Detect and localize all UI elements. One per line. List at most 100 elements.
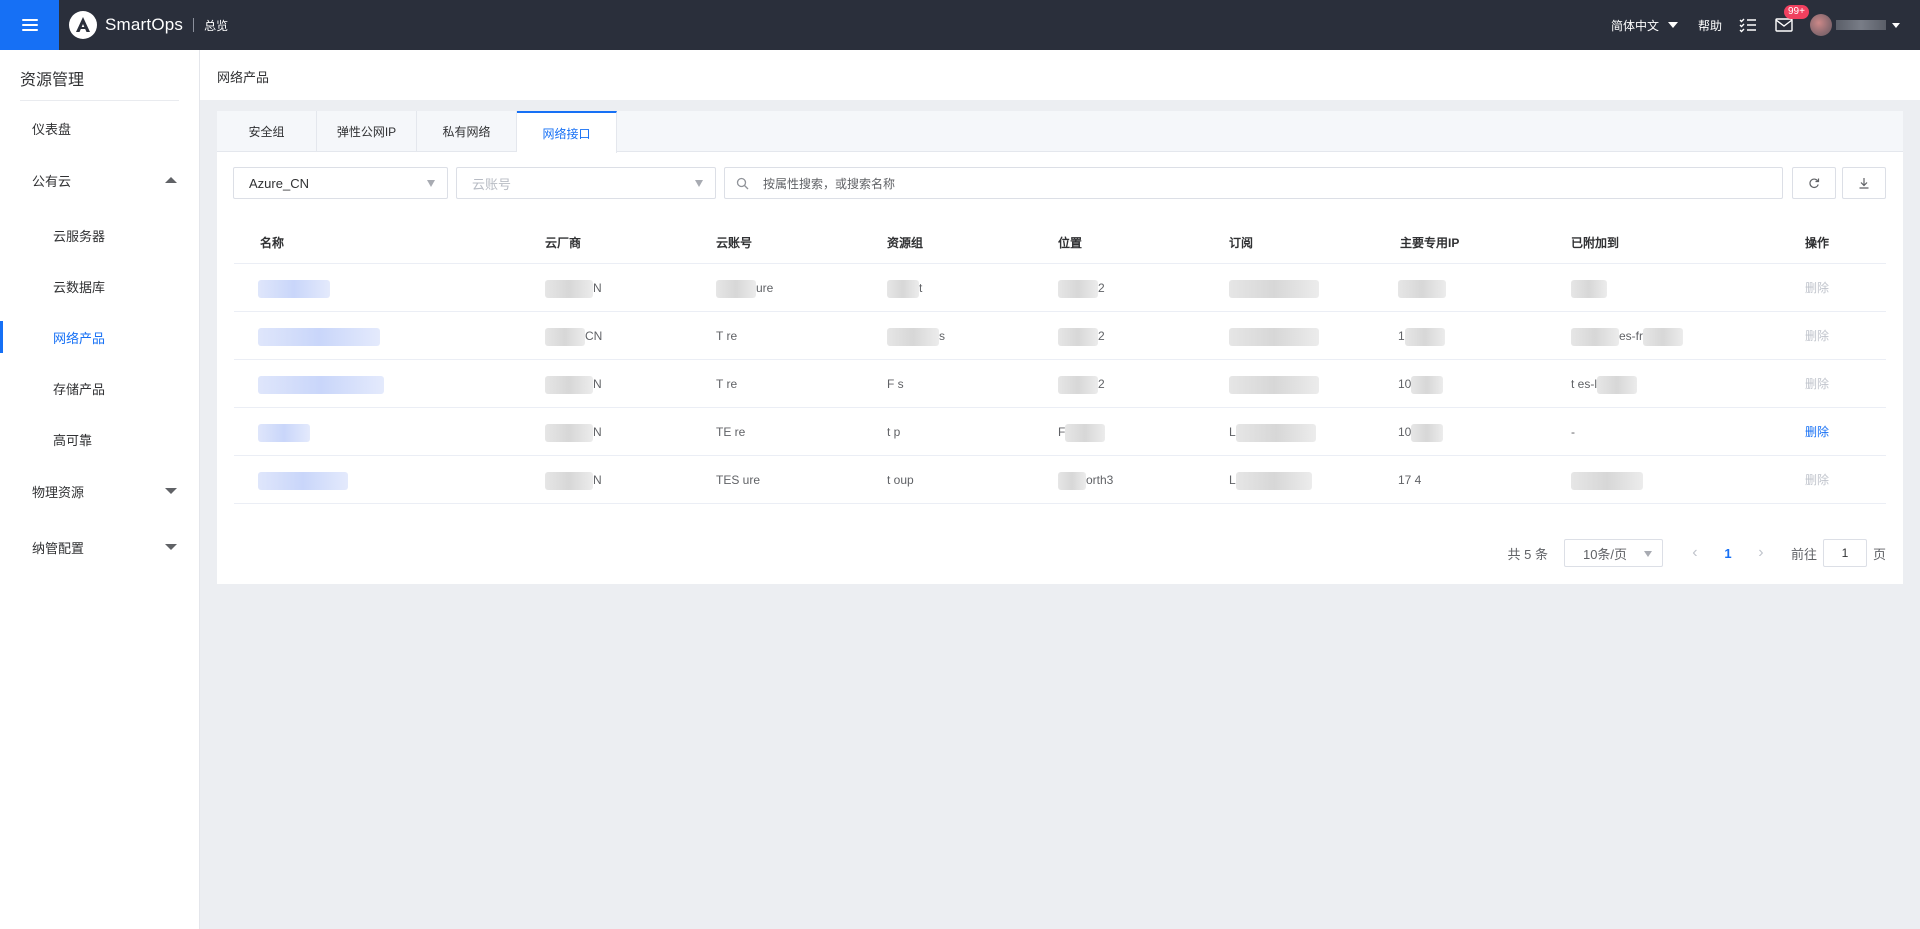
attached-to-cell xyxy=(1571,264,1607,312)
search-icon xyxy=(736,177,749,193)
subscription-cell xyxy=(1229,312,1319,360)
tab-security-groups[interactable]: 安全组 xyxy=(217,111,317,152)
resource-group-cell: t p xyxy=(887,425,901,439)
account-cell: ure xyxy=(716,264,773,312)
column-header-account: 云账号 xyxy=(716,236,753,250)
table-row: N T re F s 2 10 t es-l 删除 xyxy=(234,360,1886,408)
column-header-resource-group: 资源组 xyxy=(887,236,924,250)
account-cell: TE re xyxy=(716,425,746,439)
table-row: CN T re s 2 1 es-fr 删除 xyxy=(234,312,1886,360)
language-selector[interactable]: 简体中文 xyxy=(1611,17,1678,34)
sidebar-item-cloud-servers[interactable]: 云服务器 xyxy=(0,215,199,255)
menu-toggle-button[interactable] xyxy=(0,0,59,50)
vendor-cell: N xyxy=(545,456,602,504)
sidebar: 资源管理 仪表盘 公有云 云服务器 云数据库 网络产品 存储产品 高可靠 物理资… xyxy=(0,50,200,929)
column-header-actions: 操作 xyxy=(1805,236,1830,250)
tab-elastic-public-ip[interactable]: 弹性公网IP xyxy=(317,111,417,152)
chevron-up-icon xyxy=(165,177,177,183)
caret-down-icon xyxy=(427,180,435,187)
search-placeholder: 按属性搜索，或搜索名称 xyxy=(763,176,896,191)
tab-private-network[interactable]: 私有网络 xyxy=(417,111,517,152)
account-cell: T re xyxy=(716,377,738,391)
tab-network-interfaces[interactable]: 网络接口 xyxy=(517,111,617,153)
delete-button[interactable]: 删除 xyxy=(1805,408,1829,456)
menu-icon xyxy=(21,19,38,31)
attached-to-cell xyxy=(1571,456,1643,504)
vendor-cell: N xyxy=(545,408,602,456)
subscription-cell xyxy=(1229,264,1319,312)
sidebar-item-dashboard[interactable]: 仪表盘 xyxy=(0,108,199,148)
sidebar-item-network-products[interactable]: 网络产品 xyxy=(0,317,199,357)
sidebar-item-label: 物理资源 xyxy=(32,484,85,500)
subscription-cell: L xyxy=(1229,456,1312,504)
sidebar-item-public-cloud[interactable]: 公有云 xyxy=(0,160,199,200)
delete-button[interactable]: 删除 xyxy=(1805,456,1829,504)
resource-name-link[interactable] xyxy=(258,312,380,360)
resource-name-link[interactable] xyxy=(258,456,348,504)
download-button[interactable] xyxy=(1842,167,1886,199)
sidebar-item-storage-products[interactable]: 存储产品 xyxy=(0,368,199,408)
column-header-vendor: 云厂商 xyxy=(545,236,582,250)
sidebar-item-label: 存储产品 xyxy=(53,381,106,397)
table-row: N TES ure t oup orth3 L 17 4 删除 xyxy=(234,456,1886,504)
delete-button[interactable]: 删除 xyxy=(1805,360,1829,408)
next-page-chevron-right-icon[interactable]: › xyxy=(1747,544,1775,562)
sidebar-item-label: 纳管配置 xyxy=(32,540,85,556)
smartops-logo-icon xyxy=(69,11,97,39)
caret-down-icon xyxy=(695,180,703,187)
column-header-location: 位置 xyxy=(1058,236,1083,250)
breadcrumb-bar: 网络产品 xyxy=(200,50,1920,100)
sidebar-item-label: 云数据库 xyxy=(53,279,106,295)
page-size-select[interactable]: 10条/页 xyxy=(1563,539,1663,567)
tasks-icon[interactable] xyxy=(1738,15,1758,35)
subscription-cell xyxy=(1229,360,1319,408)
cloud-account-select[interactable]: 云账号 xyxy=(456,167,716,199)
search-input[interactable]: 按属性搜索，或搜索名称 xyxy=(724,167,1783,199)
sidebar-item-cloud-databases[interactable]: 云数据库 xyxy=(0,266,199,306)
private-ip-cell: 10 xyxy=(1398,360,1444,408)
overview-link[interactable]: 总览 xyxy=(204,17,228,34)
resource-name-link[interactable] xyxy=(258,360,384,408)
refresh-icon xyxy=(1809,178,1820,189)
vendor-cell: CN xyxy=(545,312,602,360)
sidebar-item-high-availability[interactable]: 高可靠 xyxy=(0,419,199,459)
sidebar-title: 资源管理 xyxy=(20,72,85,89)
sidebar-item-physical-resources[interactable]: 物理资源 xyxy=(0,471,199,511)
tab-label: 安全组 xyxy=(248,125,285,139)
prev-page-chevron-left-icon[interactable]: ‹ xyxy=(1681,544,1709,562)
help-link[interactable]: 帮助 xyxy=(1698,17,1722,34)
vendor-cell: N xyxy=(545,264,602,312)
delete-button[interactable]: 删除 xyxy=(1805,264,1829,312)
refresh-button[interactable] xyxy=(1792,167,1836,199)
brand-divider xyxy=(193,18,195,32)
user-menu-chevron-down-icon[interactable] xyxy=(1892,22,1900,28)
vendor-cell: N xyxy=(545,360,602,408)
attached-to-cell: t es-l xyxy=(1571,360,1638,408)
mail-icon[interactable]: 99+ xyxy=(1774,5,1809,35)
page-suffix-label: 页 xyxy=(1872,546,1886,562)
table-row: N ure t 2 删除 xyxy=(234,264,1886,312)
resource-name-link[interactable] xyxy=(258,408,310,456)
resource-name-link[interactable] xyxy=(258,264,330,312)
tab-label: 私有网络 xyxy=(442,125,491,139)
private-ip-cell xyxy=(1398,264,1446,312)
tab-label: 网络接口 xyxy=(542,126,591,141)
brand-name: SmartOps xyxy=(105,15,184,34)
goto-label: 前往 xyxy=(1790,546,1817,562)
chevron-down-icon xyxy=(165,544,177,550)
user-avatar[interactable] xyxy=(1810,14,1832,36)
provider-select[interactable]: Azure_CN xyxy=(233,167,448,199)
tab-label: 弹性公网IP xyxy=(336,125,397,139)
resource-group-cell: t oup xyxy=(887,473,914,487)
location-cell: orth3 xyxy=(1058,456,1113,504)
attached-to-cell: es-fr xyxy=(1571,312,1683,360)
user-name-blurred[interactable] xyxy=(1836,20,1886,30)
page-size-value: 10条/页 xyxy=(1582,546,1628,562)
brand-logo[interactable]: SmartOps xyxy=(69,11,183,39)
sidebar-item-managed-config[interactable]: 纳管配置 xyxy=(0,527,199,567)
content-card: 安全组 弹性公网IP 私有网络 网络接口 Azure_CN 云账号 按属性搜索，… xyxy=(217,111,1903,584)
page-number-current[interactable]: 1 xyxy=(1709,546,1747,561)
goto-page-input[interactable]: 1 xyxy=(1822,539,1867,567)
delete-button[interactable]: 删除 xyxy=(1805,312,1829,360)
sidebar-item-label: 公有云 xyxy=(32,173,72,189)
